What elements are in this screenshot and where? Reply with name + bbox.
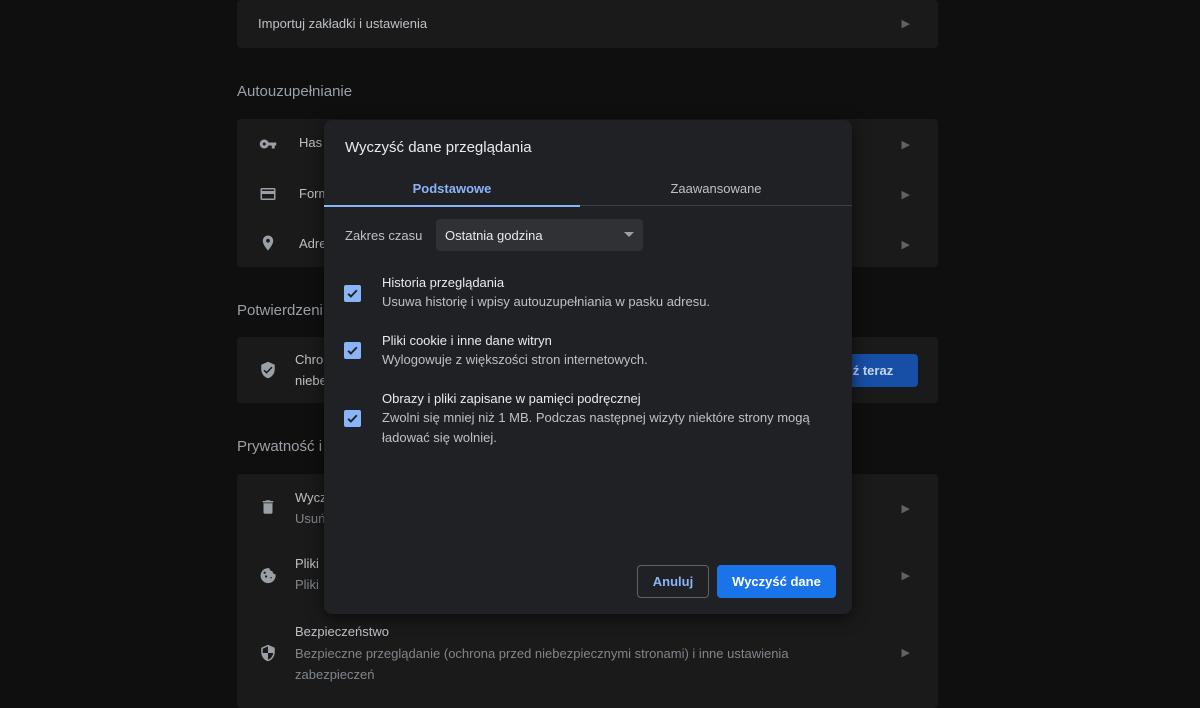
checkmark-icon (347, 289, 358, 298)
dialog-tabs: Podstawowe Zaawansowane (324, 170, 852, 207)
cancel-button[interactable]: Anuluj (637, 565, 709, 598)
cache-option-desc: Zwolni się mniej niż 1 MB. Podczas nastę… (382, 410, 810, 445)
cookies-checkbox[interactable] (344, 342, 361, 359)
time-range-select[interactable]: Ostatnia godzina (436, 219, 643, 251)
time-range-label: Zakres czasu (345, 228, 423, 243)
history-checkbox[interactable] (344, 285, 361, 302)
dropdown-caret-icon (624, 232, 634, 237)
cookies-option-title: Pliki cookie i inne dane witryn (382, 333, 552, 348)
history-title: Historia przeglądania (382, 275, 505, 290)
dialog-title: Wyczyść dane przeglądania (345, 139, 532, 156)
time-range-value: Ostatnia godzina (445, 227, 543, 243)
checkmark-icon (347, 414, 358, 423)
clear-data-button[interactable]: Wyczyść dane (717, 565, 836, 598)
settings-page: Importuj zakładki i ustawienia ▶ Autouzu… (0, 0, 1200, 708)
checkmark-icon (347, 346, 358, 355)
clear-browsing-data-dialog: Wyczyść dane przeglądania Podstawowe Zaa… (324, 120, 852, 614)
tab-basic[interactable]: Podstawowe (324, 170, 580, 207)
tab-advanced[interactable]: Zaawansowane (580, 170, 852, 206)
cookies-option-desc: Wylogowuje z większości stron internetow… (382, 352, 648, 367)
cache-checkbox[interactable] (344, 410, 361, 427)
cache-option-title: Obrazy i pliki zapisane w pamięci podręc… (382, 391, 641, 406)
history-desc: Usuwa historię i wpisy autouzupełniania … (382, 294, 711, 309)
